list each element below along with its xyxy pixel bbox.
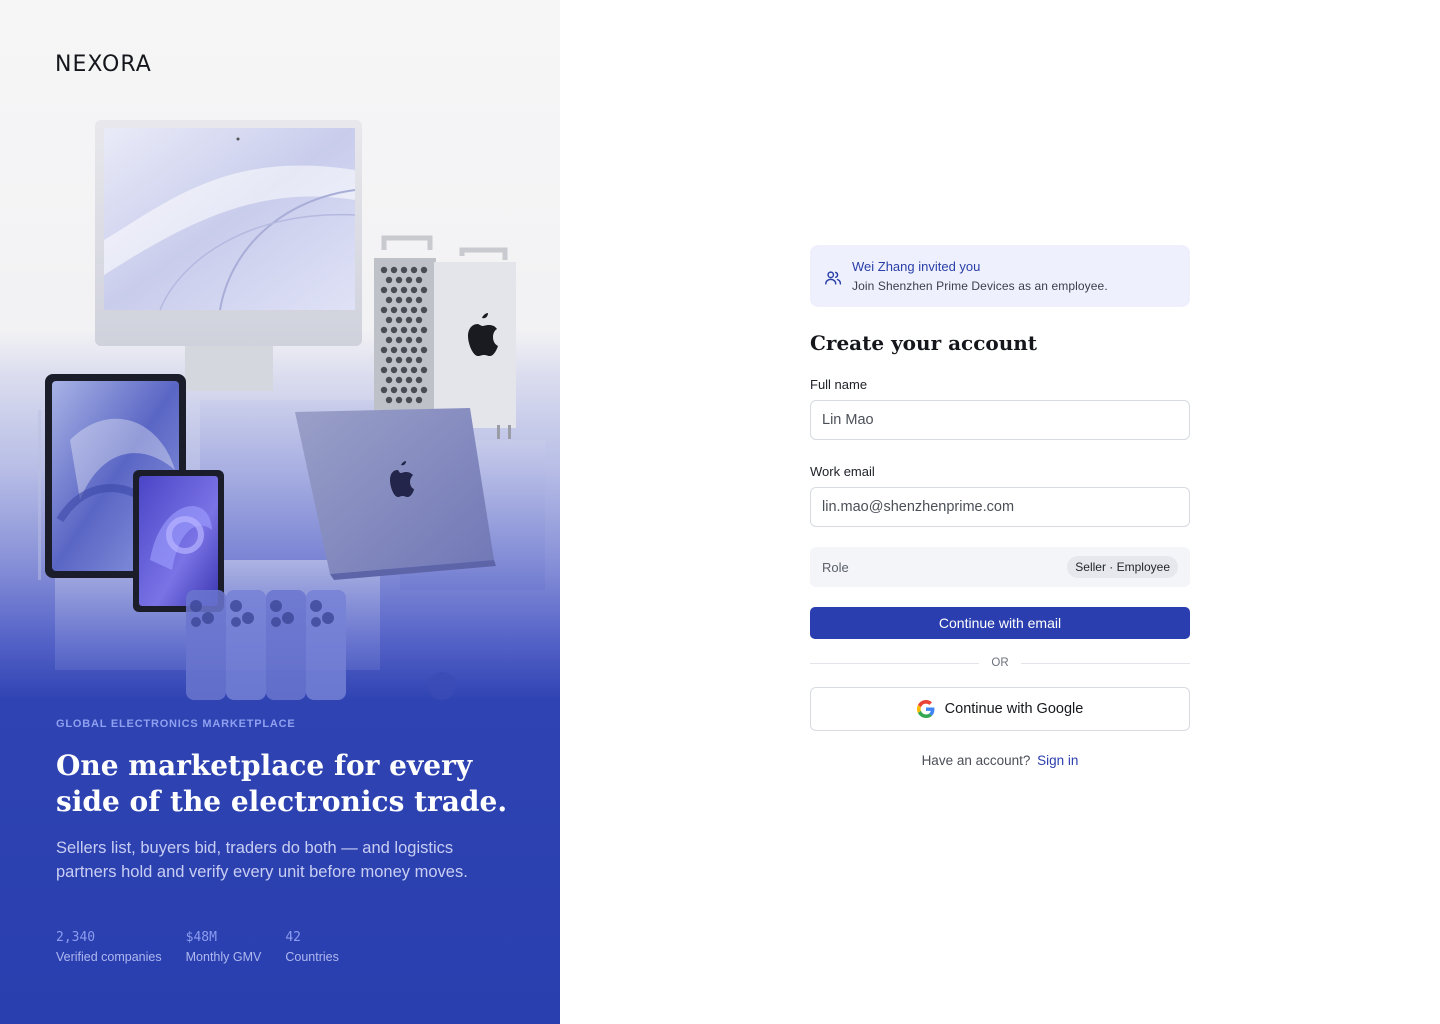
- role-badge: Seller · Employee: [1067, 556, 1178, 578]
- invite-text: Wei Zhang invited you Join Shenzhen Prim…: [852, 259, 1108, 293]
- hero-headline: One marketplace for every side of the el…: [56, 749, 508, 818]
- divider-line: [810, 662, 980, 664]
- role-row: Role Seller · Employee: [810, 547, 1190, 587]
- stat-countries: 42 Countries: [285, 930, 339, 964]
- role-label: Role: [822, 559, 849, 575]
- hero-eyebrow: GLOBAL ELECTRONICS MARKETPLACE: [56, 718, 296, 730]
- invite-banner: Wei Zhang invited you Join Shenzhen Prim…: [810, 245, 1190, 307]
- or-divider: OR: [810, 657, 1190, 669]
- invite-body: Join Shenzhen Prime Devices as an employ…: [852, 279, 1108, 293]
- divider-label: OR: [991, 657, 1009, 669]
- hero-panel: NEXORA GLOBAL ELECTRONICS MARKETPLACE On…: [0, 0, 560, 1024]
- google-button-label: Continue with Google: [944, 701, 1084, 717]
- imac-icon: [95, 120, 362, 391]
- stat-label: Countries: [285, 950, 339, 964]
- signin-prompt: Have an account?: [921, 753, 1031, 768]
- stat-value: 2,340: [56, 930, 96, 945]
- work-email-field[interactable]: [810, 487, 1190, 527]
- stat-gmv: $48M Monthly GMV: [186, 930, 262, 964]
- full-name-field[interactable]: [810, 400, 1190, 440]
- stat-companies: 2,340 Verified companies: [56, 930, 162, 964]
- continue-with-email-button[interactable]: Continue with email: [810, 607, 1190, 639]
- hero-stats: 2,340 Verified companies $48M Monthly GM…: [56, 930, 363, 964]
- continue-with-google-button[interactable]: Continue with Google: [810, 687, 1190, 731]
- iphone-icon: [186, 590, 346, 700]
- signup-form: Wei Zhang invited you Join Shenzhen Prim…: [810, 245, 1190, 768]
- form-title: Create your account: [810, 331, 1038, 355]
- users-icon: [825, 270, 842, 285]
- stat-value: $48M: [185, 930, 217, 945]
- invite-title: Wei Zhang invited you: [852, 259, 981, 274]
- work-email-label: Work email: [810, 464, 875, 479]
- google-icon: [916, 700, 935, 718]
- divider-line: [1020, 662, 1190, 664]
- stat-label: Verified companies: [56, 950, 162, 964]
- product-image: [38, 120, 545, 700]
- hero-subcopy: Sellers list, buyers bid, traders do bot…: [56, 839, 468, 881]
- signin-row: Have an account? Sign in: [810, 753, 1190, 768]
- full-name-label: Full name: [810, 377, 868, 392]
- sign-in-link[interactable]: Sign in: [1037, 753, 1078, 768]
- stat-value: 42: [285, 930, 301, 945]
- stat-label: Monthly GMV: [185, 950, 262, 964]
